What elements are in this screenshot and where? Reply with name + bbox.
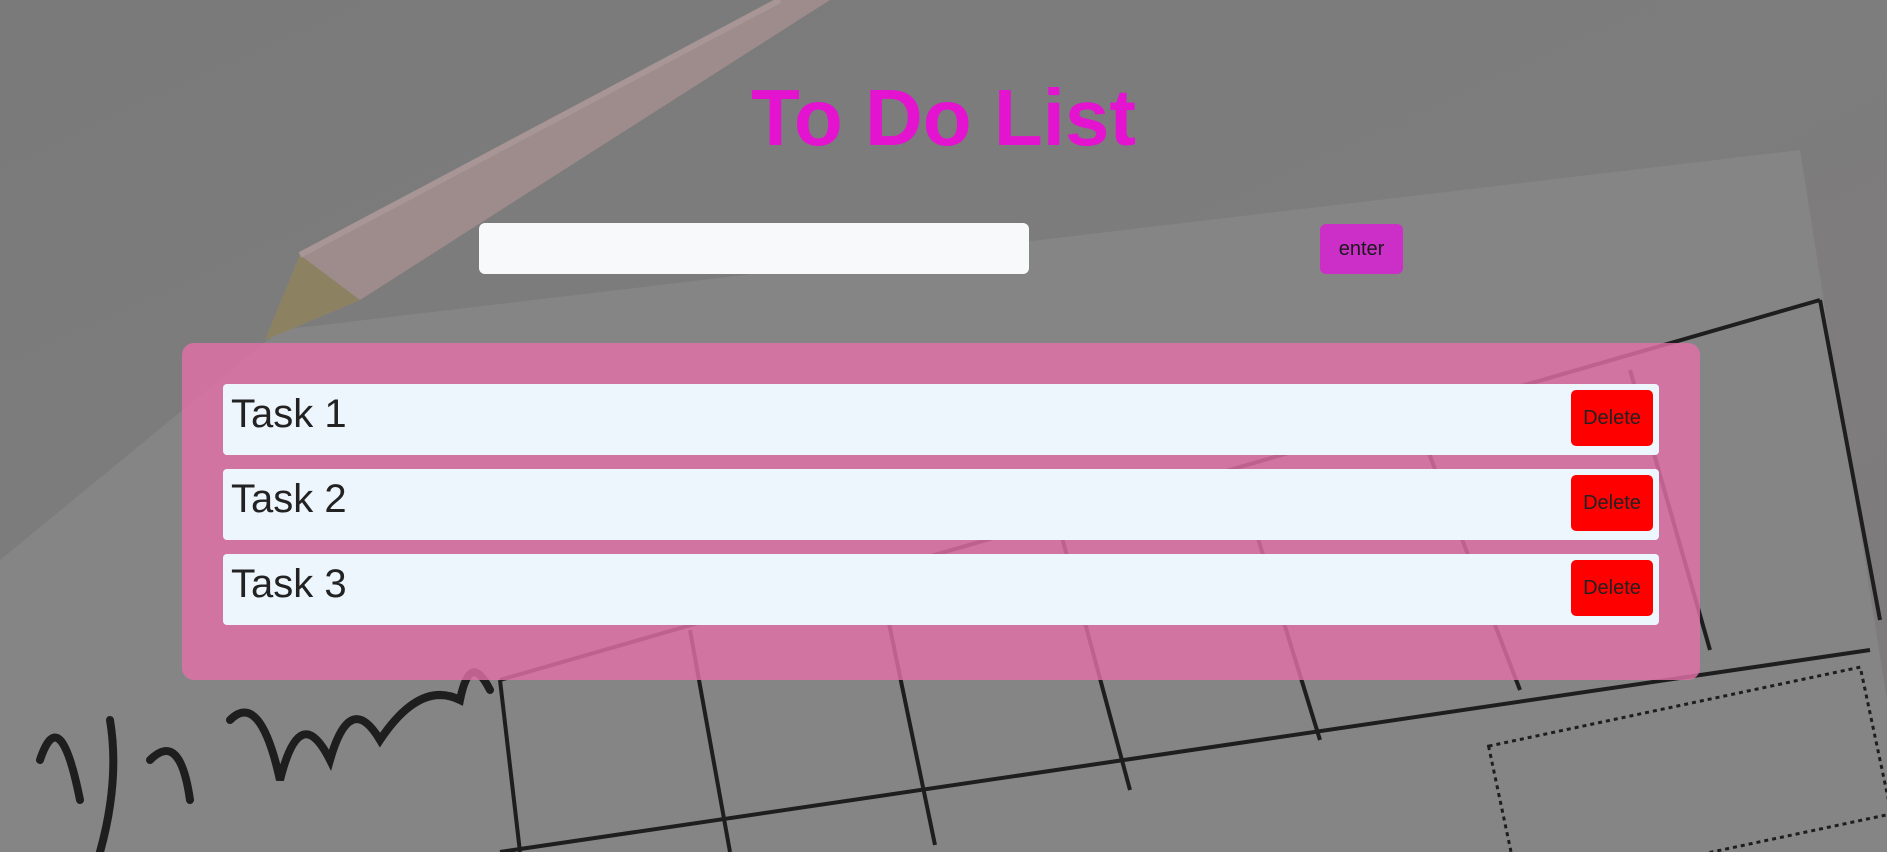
task-row: Task 3 Delete — [223, 554, 1659, 625]
task-row: Task 2 Delete — [223, 469, 1659, 540]
enter-button[interactable]: enter — [1320, 224, 1403, 274]
task-list: Task 1 Delete Task 2 Delete Task 3 Delet… — [182, 343, 1700, 680]
task-row: Task 1 Delete — [223, 384, 1659, 455]
delete-button[interactable]: Delete — [1571, 560, 1653, 616]
delete-button[interactable]: Delete — [1571, 390, 1653, 446]
task-label: Task 3 — [231, 562, 347, 606]
task-label: Task 1 — [231, 392, 347, 436]
delete-button[interactable]: Delete — [1571, 475, 1653, 531]
task-label: Task 2 — [231, 477, 347, 521]
page-title: To Do List — [750, 73, 1137, 162]
task-input[interactable] — [479, 223, 1029, 274]
